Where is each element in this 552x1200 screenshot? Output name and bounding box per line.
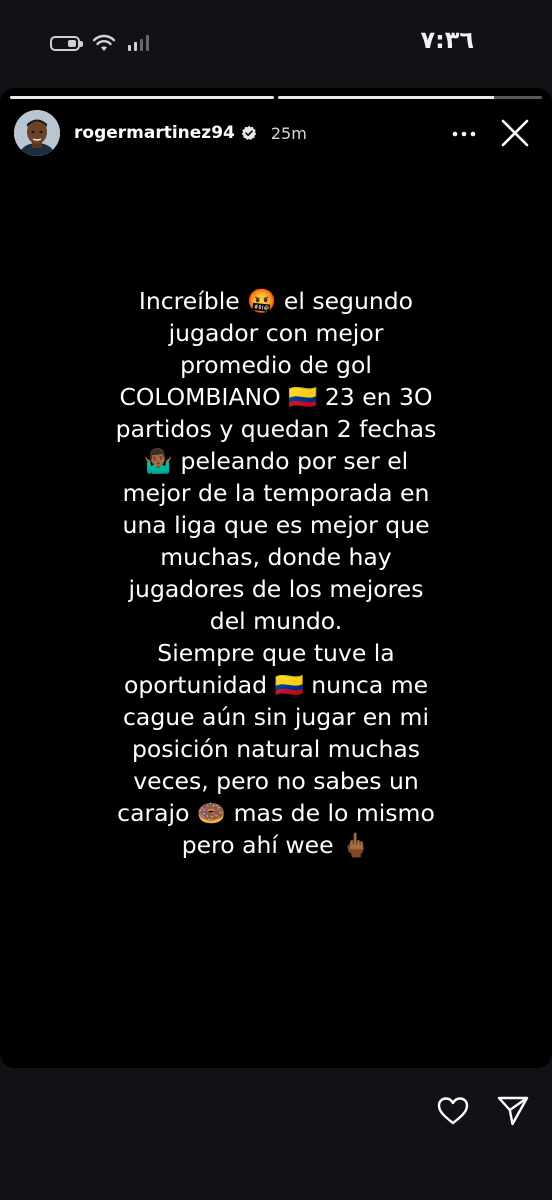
more-dots-icon [452,131,476,137]
caption-line: muchas, donde hay [160,543,392,571]
story-caption: Increíble 🤬 el segundo jugador con mejor p… [30,285,522,861]
caption-line: veces, pero no sabes un [133,767,419,795]
caption-line: oportunidad 🇨🇴 nunca me [123,671,429,699]
story-username[interactable]: rogermartinez94 [74,123,235,143]
status-bar: ٧:٣٦ [0,0,552,88]
progress-segment [10,96,274,99]
close-button[interactable] [498,116,532,150]
caption-line: jugador con mejor [168,319,384,347]
caption-line: jugadores de los mejores [128,575,424,603]
signal-icon [128,35,149,51]
battery-icon [50,35,83,51]
caption-line: posición natural muchas [132,735,420,763]
phone-screen: ٧:٣٦ rogermartinez94 25m Increíble 🤬 el … [0,0,552,1200]
status-time: ٧:٣٦ [420,26,474,54]
story-progress [10,96,542,99]
caption-line: promedio de gol [180,351,372,379]
wifi-icon [92,34,116,51]
status-icons [50,34,149,52]
caption-line: COLOMBIANO 🇨🇴 23 en 3O [119,383,433,411]
heart-icon [437,1097,469,1125]
send-icon [497,1096,529,1126]
story-timestamp: 25m [270,123,307,143]
share-button[interactable] [496,1094,530,1128]
story-header: rogermartinez94 25m [14,108,540,158]
caption-line: Siempre que tuve la [157,639,395,667]
caption-line: partidos y quedan 2 fechas [115,415,437,443]
caption-line: mejor de la temporada en [122,479,430,507]
caption-line: 🤷🏾‍♂️ peleando por ser el [143,447,409,475]
caption-line: carajo 🍩 mas de lo mismo [117,799,435,827]
avatar[interactable] [14,110,60,156]
caption-line: Increíble 🤬 el segundo [138,287,414,315]
caption-line: una liga que es mejor que [122,511,430,539]
story-viewer[interactable]: rogermartinez94 25m Increíble 🤬 el segun… [0,88,552,1068]
caption-line: del mundo. [209,607,343,635]
verified-badge-icon [241,125,257,140]
like-button[interactable] [436,1094,470,1128]
caption-line: pero ahí wee 🖕🏾 [181,831,371,859]
caption-line: cague aún sin jugar en mi [123,703,429,731]
story-actions [436,1094,530,1128]
more-options-button[interactable] [450,120,478,148]
progress-segment [278,96,542,99]
